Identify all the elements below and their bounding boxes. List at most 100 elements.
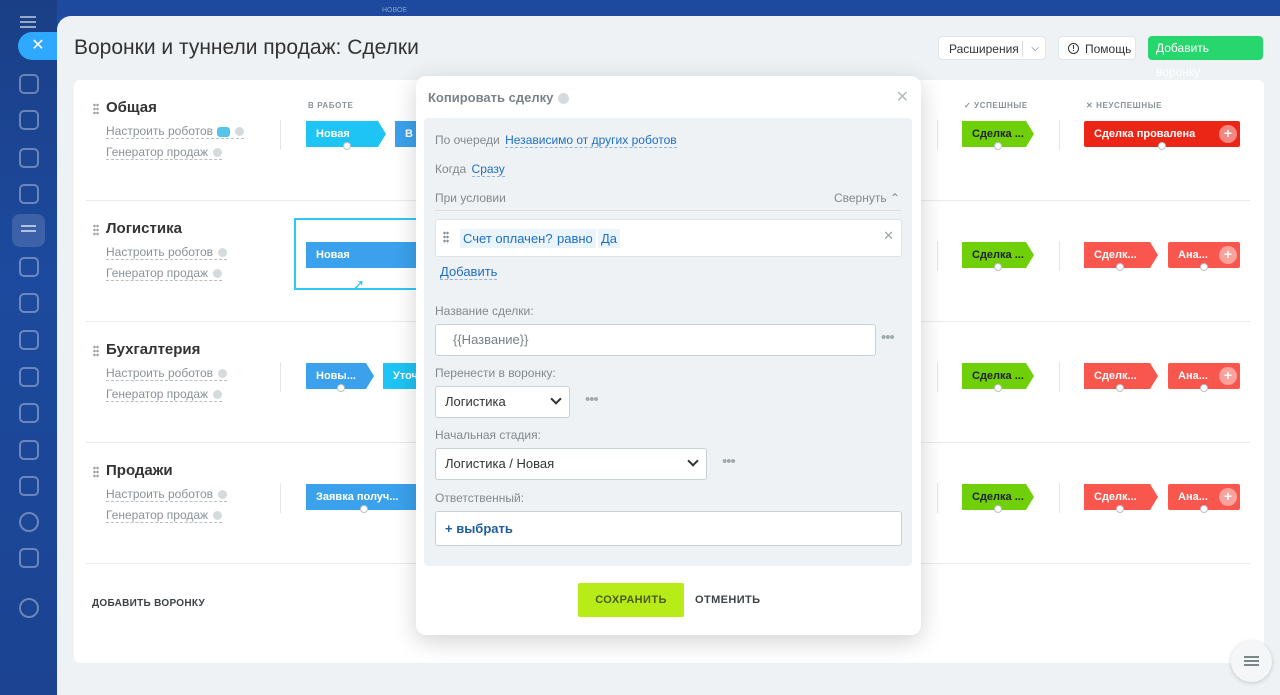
help-label: Помощь xyxy=(1085,42,1132,56)
extensions-label: Расширения xyxy=(949,42,1019,56)
robots-label: Настроить роботов xyxy=(106,245,214,259)
help-icon xyxy=(213,148,223,158)
sales-generator-link[interactable]: Генератор продаж xyxy=(106,145,223,160)
condition-label: При условии xyxy=(435,191,506,205)
chevron-up-icon: ⌃ xyxy=(889,191,900,205)
grid-icon[interactable] xyxy=(19,548,39,568)
configure-robots-link[interactable]: Настроить роботов xyxy=(106,245,228,260)
cancel-button[interactable]: ОТМЕНИТЬ xyxy=(695,594,760,606)
mail-icon[interactable] xyxy=(19,403,39,423)
close-icon[interactable]: ✕ xyxy=(896,87,909,107)
add-funnel-button[interactable]: Добавить воронку xyxy=(1148,36,1263,79)
monitor-icon[interactable] xyxy=(19,476,39,496)
robot-icon xyxy=(217,126,231,137)
dialog-body: По очереди Независимо от других роботов … xyxy=(424,118,912,566)
remove-condition-icon[interactable]: ✕ xyxy=(883,228,894,244)
sales-generator-link[interactable]: Генератор продаж xyxy=(106,387,223,402)
hexagon-icon[interactable] xyxy=(19,184,39,204)
activity-icon[interactable] xyxy=(19,74,39,94)
sales-generator-link[interactable]: Генератор продаж xyxy=(106,508,223,523)
configure-robots-link[interactable]: Настроить роботов xyxy=(106,487,228,502)
add-stage-icon[interactable]: + xyxy=(1219,246,1237,264)
responsible-label: Ответственный: xyxy=(435,491,525,505)
when-value[interactable]: Сразу xyxy=(471,162,505,177)
card-icon[interactable] xyxy=(19,367,39,387)
add-funnel-link[interactable]: ДОБАВИТЬ ВОРОНКУ xyxy=(92,598,205,609)
robots-label: Настроить роботов xyxy=(106,487,214,501)
list-menu-icon[interactable] xyxy=(1231,641,1272,682)
help-icon xyxy=(213,390,223,400)
collapse-label: Свернуть xyxy=(833,191,887,205)
drag-handle-icon[interactable] xyxy=(93,345,99,357)
help-button[interactable]: ! Помощь xyxy=(1058,36,1136,60)
more-icon[interactable]: ••• xyxy=(722,453,736,470)
choose-responsible-button[interactable]: + выбрать xyxy=(435,511,902,546)
copy-deal-dialog: Копировать сделку ✕ По очереди Независим… xyxy=(416,76,921,635)
add-stage-icon[interactable]: + xyxy=(1219,367,1237,385)
generator-label: Генератор продаж xyxy=(106,387,209,401)
funnel-select-value: Логистика xyxy=(445,394,506,409)
column-fail: ✕ НЕУСПЕШНЫЕ xyxy=(1086,101,1163,110)
add-stage-icon[interactable]: + xyxy=(1219,125,1237,143)
tasks-icon[interactable] xyxy=(19,110,39,130)
collapse-toggle[interactable]: Свернуть ⌃ xyxy=(834,191,900,205)
sales-generator-link[interactable]: Генератор продаж xyxy=(106,266,223,281)
when-label: Когда xyxy=(435,162,467,176)
condition-value[interactable]: Да xyxy=(598,229,621,248)
robot-icon[interactable] xyxy=(19,293,39,313)
drag-handle-icon[interactable] xyxy=(93,224,99,236)
info-icon: ! xyxy=(1068,43,1079,54)
top-hint: НОВОЕ xyxy=(382,7,408,14)
configure-robots-link[interactable]: Настроить роботов xyxy=(106,366,228,381)
add-stage-icon[interactable]: + xyxy=(1219,488,1237,506)
more-icon[interactable]: ••• xyxy=(585,391,599,408)
chat-icon[interactable] xyxy=(19,148,39,168)
deal-name-label: Название сделки: xyxy=(435,304,534,318)
robots-label: Настроить роботов xyxy=(106,124,214,138)
dialog-title: Копировать сделку xyxy=(428,90,570,105)
help-icon xyxy=(218,369,228,379)
add-funnel-label: ДОБАВИТЬ ВОРОНКУ xyxy=(92,598,206,609)
help-icon xyxy=(218,490,228,500)
column-success: ✓ УСПЕШНЫЕ xyxy=(964,101,1028,110)
document-icon[interactable] xyxy=(19,330,39,350)
drag-handle-icon[interactable] xyxy=(93,466,99,478)
configure-robots-link[interactable]: Настроить роботов xyxy=(106,124,245,139)
more-icon[interactable]: ••• xyxy=(881,329,895,346)
arrow-up-icon: ➚ xyxy=(353,276,365,292)
chevron-down-icon: ⌵ xyxy=(1031,43,1039,54)
top-strip: НОВОЕ xyxy=(57,0,1280,16)
condition-field[interactable]: Счет оплачен? xyxy=(460,229,556,248)
drag-handle-icon[interactable] xyxy=(93,103,99,115)
funnel-name: Бухгалтерия xyxy=(106,341,201,358)
generator-label: Генератор продаж xyxy=(106,508,209,522)
help-icon[interactable] xyxy=(558,93,570,105)
h-icon[interactable] xyxy=(19,512,39,532)
help-icon xyxy=(213,511,223,521)
help-icon xyxy=(218,248,228,258)
calendar-icon[interactable] xyxy=(19,257,39,277)
chevron-down-icon xyxy=(687,455,699,467)
order-value[interactable]: Независимо от других роботов xyxy=(505,133,677,148)
settings-icon[interactable] xyxy=(19,598,39,618)
extensions-button[interactable]: Расширения ⌵ xyxy=(938,36,1046,60)
contacts-icon[interactable] xyxy=(19,440,39,460)
chevron-down-icon xyxy=(550,393,562,405)
robots-label: Настроить роботов xyxy=(106,366,214,380)
selected-stage-outline: ➚ xyxy=(294,218,416,292)
deal-name-input[interactable]: {{Название}} xyxy=(435,324,876,356)
funnel-select[interactable]: Логистика xyxy=(435,386,570,418)
save-button[interactable]: СОХРАНИТЬ xyxy=(578,583,684,617)
order-row: По очереди Независимо от других роботов xyxy=(435,133,677,148)
funnel-icon[interactable] xyxy=(12,214,45,247)
drag-handle-icon[interactable] xyxy=(443,231,449,244)
close-slider-button[interactable]: ✕ xyxy=(18,32,58,60)
generator-label: Генератор продаж xyxy=(106,145,209,159)
add-condition-link[interactable]: Добавить xyxy=(440,264,498,280)
menu-icon[interactable] xyxy=(20,16,36,28)
order-label: По очереди xyxy=(435,133,500,147)
initial-stage-label: Начальная стадия: xyxy=(435,428,541,442)
condition-operator[interactable]: равно xyxy=(554,229,596,248)
move-to-funnel-label: Перенести в воронку: xyxy=(435,366,556,380)
stage-select[interactable]: Логистика / Новая xyxy=(435,448,707,480)
